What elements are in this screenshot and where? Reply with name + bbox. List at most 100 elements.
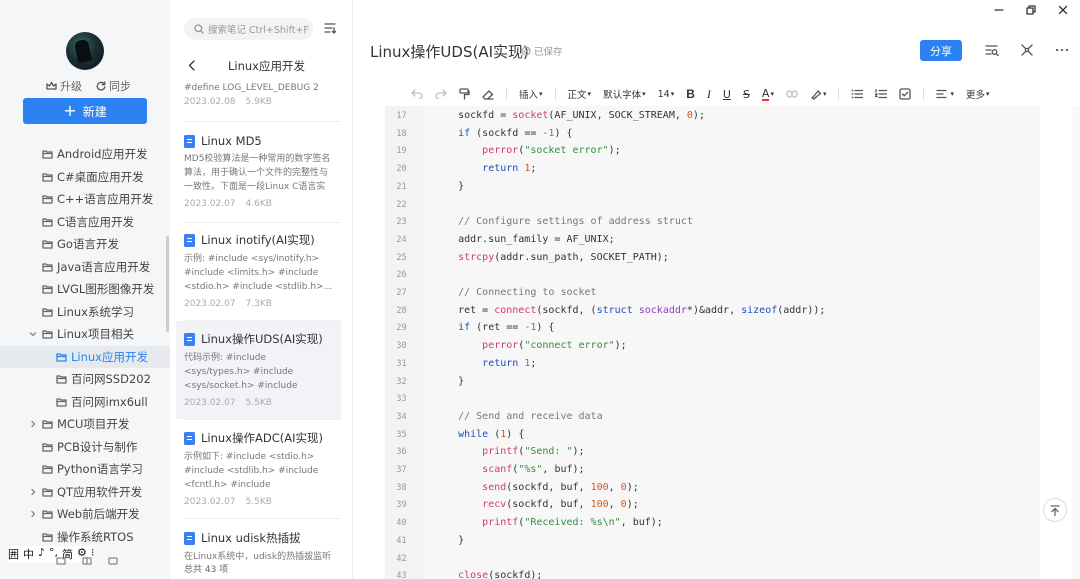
- user-avatar[interactable]: [66, 32, 104, 70]
- folder-item[interactable]: C语言应用开发: [0, 211, 170, 234]
- chevron-down-icon[interactable]: [29, 330, 37, 338]
- new-note-button[interactable]: + 新建: [23, 98, 147, 124]
- strikethrough-icon[interactable]: S: [743, 88, 750, 101]
- folder-label: Linux项目相关: [57, 327, 134, 342]
- folder-item[interactable]: LVGL图形图像开发: [0, 278, 170, 301]
- folder-item[interactable]: QT应用软件开发: [0, 481, 170, 504]
- code-line: }: [434, 375, 465, 387]
- note-item[interactable]: #define LOG_LEVEL_DEBUG 2 #defi... 2023.…: [176, 81, 341, 107]
- italic-icon[interactable]: I: [707, 87, 711, 102]
- code-line: if (ret == -1) {: [458, 322, 555, 334]
- chevron-right-icon[interactable]: [29, 488, 37, 496]
- search-placeholder: 搜索笔记 Ctrl+Shift+F: [208, 25, 309, 36]
- back-to-top-button[interactable]: [1043, 498, 1067, 522]
- note-item[interactable]: Linux操作ADC(AI实现) 示例如下: #include <stdio.h>…: [176, 430, 341, 507]
- search-input[interactable]: 搜索笔记 Ctrl+Shift+F: [184, 18, 313, 40]
- note-title-row: Linux udisk热插拔: [184, 530, 333, 546]
- outline-search-icon[interactable]: [985, 44, 999, 56]
- code-line: strcpy(addr.sun_path, SOCKET_PATH);: [458, 251, 669, 263]
- folder-item[interactable]: 百问网imx6ull: [0, 391, 170, 414]
- back-arrow-icon[interactable]: [188, 60, 196, 71]
- code-line: // Configure settings of address struct: [458, 216, 693, 228]
- ime-item[interactable]: 囲: [8, 546, 19, 562]
- minimize-icon[interactable]: [994, 5, 1004, 15]
- align-icon[interactable]: ▾: [936, 89, 954, 99]
- more-label: 更多: [966, 90, 986, 101]
- chevron-right-icon[interactable]: [29, 510, 37, 518]
- sort-icon[interactable]: [324, 22, 336, 34]
- folder-label: Linux系统学习: [57, 304, 134, 319]
- ime-item[interactable]: ♪: [38, 546, 45, 562]
- folder-item[interactable]: C++语言应用开发: [0, 188, 170, 211]
- folder-item[interactable]: Android应用开发: [0, 143, 170, 166]
- note-title: Linux inotify(AI实现): [201, 233, 315, 247]
- close-icon[interactable]: [1058, 5, 1068, 15]
- undo-icon[interactable]: [411, 89, 423, 99]
- chevron-right-icon[interactable]: [29, 420, 37, 428]
- code-line: recv(sockfd, buf, 100, 0);: [482, 499, 639, 511]
- font-family-dropdown[interactable]: 默认字体 ▾: [603, 87, 646, 101]
- more-icon[interactable]: [1055, 44, 1069, 56]
- folder-item[interactable]: PCB设计与制作: [0, 436, 170, 459]
- checklist-icon[interactable]: [899, 88, 912, 100]
- sync-button[interactable]: 同步: [96, 78, 131, 94]
- share-button[interactable]: 分享: [920, 40, 962, 61]
- format-painter-icon[interactable]: [459, 88, 470, 100]
- folder-item[interactable]: Linux项目相关: [0, 323, 170, 346]
- code-line: close(sockfd);: [458, 570, 543, 579]
- redo-icon[interactable]: [435, 89, 447, 99]
- crown-icon: [46, 81, 57, 90]
- code-line: sockfd = socket(AF_UNIX, SOCK_STREAM, 0)…: [434, 110, 705, 121]
- note-item[interactable]: Linux MD5 MD5校验算法是一种常用的数字签名算法，用于确认一个文件的完整…: [176, 134, 341, 209]
- folder-item[interactable]: 百问网SSD202: [0, 368, 170, 391]
- ime-item[interactable]: 中: [23, 546, 34, 562]
- upgrade-button[interactable]: 升级: [46, 78, 82, 94]
- folder-item[interactable]: MCU项目开发: [0, 413, 170, 436]
- insert-dropdown[interactable]: 插入 ▾: [519, 87, 543, 101]
- layout-icon[interactable]: [56, 557, 66, 565]
- editor-scrollbar[interactable]: [1072, 106, 1080, 579]
- folder-item[interactable]: Linux系统学习: [0, 301, 170, 324]
- document-icon: [184, 431, 195, 445]
- clear-format-icon[interactable]: [482, 89, 494, 100]
- sidebar-scrollbar[interactable]: [166, 236, 169, 332]
- numbered-list-icon[interactable]: [875, 89, 888, 99]
- code-block[interactable]: 17 sockfd = socket(AF_UNIX, SOCK_STREAM,…: [385, 106, 1040, 579]
- paragraph-style-dropdown[interactable]: 正文 ▾: [568, 87, 592, 101]
- note-title-row: Linux inotify(AI实现): [184, 232, 333, 248]
- search-icon: [194, 24, 204, 34]
- mindmap-icon[interactable]: [1021, 44, 1033, 56]
- font-size-dropdown[interactable]: 14 ▾: [658, 89, 675, 100]
- document-title[interactable]: Linux操作UDS(AI实现): [370, 41, 529, 62]
- folder-item[interactable]: 操作系统RTOS: [0, 526, 170, 549]
- folder-item[interactable]: C#桌面应用开发: [0, 166, 170, 189]
- folder-item[interactable]: Java语言应用开发: [0, 256, 170, 279]
- code-line: return 1;: [482, 357, 537, 369]
- columns-icon[interactable]: [82, 557, 92, 565]
- note-item[interactable]: Linux inotify(AI实现) 示例: #include <sys/ino…: [176, 232, 341, 309]
- underline-icon[interactable]: U: [723, 88, 731, 101]
- folder-label: Android应用开发: [57, 147, 148, 162]
- folder-item[interactable]: Python语言学习: [0, 458, 170, 481]
- font-family-label: 默认字体: [603, 90, 642, 101]
- note-item[interactable]: Linux udisk热插拔在Linux系统中，udisk的热插拔监听通: [176, 530, 341, 564]
- folder-item[interactable]: Go语言开发: [0, 233, 170, 256]
- link-icon[interactable]: [786, 90, 798, 98]
- folder-item[interactable]: Web前后端开发: [0, 503, 170, 526]
- highlight-icon[interactable]: ▾: [810, 89, 826, 100]
- line-number: 22: [396, 199, 407, 210]
- code-line: if (sockfd == -1) {: [458, 127, 573, 139]
- restore-icon[interactable]: [1026, 5, 1036, 15]
- font-color-icon[interactable]: A ▾: [761, 88, 774, 101]
- folder-tree: Android应用开发 C#桌面应用开发 C++语言应用开发 C语言应用开发 Go语言开…: [0, 143, 170, 548]
- folder-icon: [56, 398, 67, 407]
- folder-item[interactable]: Linux应用开发: [0, 345, 170, 368]
- note-title-row: Linux操作UDS(AI实现): [184, 331, 333, 347]
- note-item[interactable]: Linux操作UDS(AI实现) 代码示例: #include <sys/type…: [176, 321, 341, 419]
- note-title-row: Linux MD5: [184, 134, 333, 148]
- fullscreen-icon[interactable]: [108, 557, 118, 565]
- bold-icon[interactable]: B: [686, 87, 695, 101]
- more-dropdown[interactable]: 更多 ▾: [966, 87, 990, 101]
- bullet-list-icon[interactable]: [851, 89, 864, 99]
- line-number: 37: [396, 465, 407, 475]
